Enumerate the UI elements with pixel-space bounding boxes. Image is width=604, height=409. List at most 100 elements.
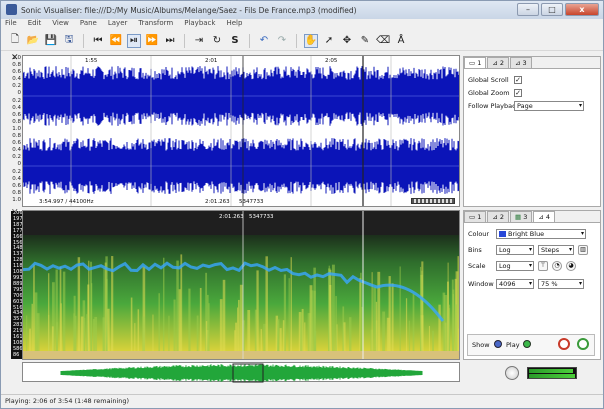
rewind-start-icon[interactable]: ⏮ xyxy=(91,34,105,48)
tab-4[interactable]: ⊿ 4 xyxy=(533,211,556,222)
toolbar-separator xyxy=(296,33,297,48)
menu-help[interactable]: Help xyxy=(226,19,242,30)
fast-forward-icon[interactable]: ⏩ xyxy=(145,34,159,48)
spectral-streak xyxy=(178,289,181,351)
spectral-streak xyxy=(331,264,335,351)
select-arrow-icon[interactable]: ➚ xyxy=(322,34,336,48)
menu-edit[interactable]: Edit xyxy=(28,19,42,30)
spectral-streak xyxy=(329,284,332,351)
global-scroll-checkbox[interactable]: ✓ xyxy=(514,76,522,84)
threshold-icon[interactable]: ⊤ xyxy=(538,261,548,271)
follow-playback-select[interactable]: Page xyxy=(514,101,584,111)
window-overlap-select[interactable]: 75 % xyxy=(538,279,584,289)
bins-row: Bins Log Steps ▥ xyxy=(468,245,588,255)
pan-dial-icon[interactable] xyxy=(577,338,589,350)
amplitude-tick-label: 0.6 xyxy=(12,111,21,118)
waveform-pane[interactable]: 1:55 2:01 2:05 3:54.997 / 44100Hz 2:01.2… xyxy=(22,55,460,207)
undo-icon[interactable]: ↶ xyxy=(257,34,271,48)
tab-3[interactable]: ⊿ 3 xyxy=(510,57,532,68)
save-as-icon[interactable]: 🖫 xyxy=(62,34,76,48)
draw-pencil-icon[interactable]: ✎ xyxy=(358,34,372,48)
spectrogram-pane[interactable]: 2:01.263 5347733 xyxy=(22,210,460,360)
show-label: Show xyxy=(472,341,490,349)
tab-1[interactable]: ▭ 1 xyxy=(464,211,487,222)
loop-icon[interactable]: ↻ xyxy=(210,34,224,48)
spectral-streak xyxy=(239,284,243,351)
global-zoom-checkbox[interactable]: ✓ xyxy=(514,89,522,97)
time-tick-label: 2:01 xyxy=(205,58,218,64)
amplitude-tick-label: 1.0 xyxy=(12,55,21,61)
play-toggle-icon[interactable] xyxy=(523,340,531,348)
menu-layer[interactable]: Layer xyxy=(108,19,128,30)
bins-select[interactable]: Log xyxy=(496,245,534,255)
show-toggle-icon[interactable] xyxy=(494,340,502,348)
spectral-streak xyxy=(310,290,314,351)
center-frame-readout: 5347733 xyxy=(249,214,274,220)
bins-mode-select[interactable]: Steps xyxy=(538,245,574,255)
tab-2[interactable]: ⊿ 2 xyxy=(487,57,510,68)
amplitude-tick-label: 0 xyxy=(17,90,22,97)
window-label: Window xyxy=(468,280,494,288)
maximize-button[interactable]: □ xyxy=(541,3,563,16)
new-file-icon[interactable]: 🗋 xyxy=(8,34,22,48)
measure-icon[interactable]: Å xyxy=(394,34,408,48)
amplitude-tick-label: 0.4 xyxy=(12,104,21,111)
menu-view[interactable]: View xyxy=(52,19,69,30)
main-window: Sonic Visualiser: file:///D:/My Music/Al… xyxy=(0,0,604,409)
master-volume-dial-icon[interactable] xyxy=(505,366,519,380)
spectral-streak xyxy=(176,260,179,351)
spectral-streak xyxy=(196,315,199,351)
gain-dial-icon[interactable]: ◔ xyxy=(552,261,562,271)
tab-1[interactable]: ▭ 1 xyxy=(464,57,487,68)
overview-wave xyxy=(60,364,423,382)
tab-label: 3 xyxy=(522,59,527,67)
amplitude-tick-label: 0.2 xyxy=(12,168,21,175)
close-button[interactable]: x xyxy=(565,3,599,16)
menu-transform[interactable]: Transform xyxy=(138,19,173,30)
colour-select[interactable]: Bright Blue xyxy=(496,229,586,239)
tab-label: 2 xyxy=(499,59,505,67)
zoom-slider[interactable] xyxy=(411,198,455,204)
navigate-hand-icon[interactable]: ✋ xyxy=(304,33,318,48)
open-folder-icon[interactable]: 📂 xyxy=(26,34,40,48)
overview-pane[interactable] xyxy=(22,362,460,383)
window-controls: – □ x xyxy=(517,3,599,16)
amplitude-tick-label: 0.8 xyxy=(12,118,21,125)
move-icon[interactable]: ✥ xyxy=(340,34,354,48)
window-size-select[interactable]: 4096 xyxy=(496,279,534,289)
amplitude-tick-label: 0.2 xyxy=(12,83,21,90)
play-label: Play xyxy=(506,341,520,349)
amplitude-tick-label: 0.8 xyxy=(12,62,21,69)
minimize-button[interactable]: – xyxy=(517,3,539,16)
spectral-streak xyxy=(94,316,98,351)
menu-file[interactable]: File xyxy=(5,19,17,30)
play-selection-icon[interactable]: ⇥ xyxy=(192,34,206,48)
tab-label: 1 xyxy=(477,59,482,67)
rewind-icon[interactable]: ⏪ xyxy=(109,34,123,48)
spectral-streak xyxy=(235,322,238,351)
colour-label: Colour xyxy=(468,230,490,238)
forward-end-icon[interactable]: ⏭ xyxy=(163,34,177,48)
gain-dial-icon[interactable] xyxy=(558,338,570,350)
menu-bar: File Edit View Pane Layer Transform Play… xyxy=(1,19,603,30)
spectral-streak xyxy=(260,329,262,351)
spectral-streak xyxy=(405,298,408,351)
solo-icon[interactable]: S xyxy=(228,34,242,48)
colour-swatch xyxy=(499,231,506,237)
save-icon[interactable]: 💾 xyxy=(44,34,58,48)
redo-icon[interactable]: ↷ xyxy=(275,34,289,48)
bins-options-icon[interactable]: ▥ xyxy=(578,245,588,255)
spectral-streak xyxy=(256,270,259,351)
scale-select[interactable]: Log xyxy=(496,261,534,271)
colour-rotation-dial-icon[interactable]: ◕ xyxy=(566,261,576,271)
center-time-readout: 2:01.263 xyxy=(219,214,244,220)
spectral-streak xyxy=(454,304,458,351)
menu-playback[interactable]: Playback xyxy=(184,19,215,30)
play-pause-icon[interactable]: ⏯ xyxy=(127,33,141,48)
menu-pane[interactable]: Pane xyxy=(80,19,97,30)
erase-icon[interactable]: ⌫ xyxy=(376,34,390,48)
spectral-streak xyxy=(421,261,424,351)
global-zoom-row: Global Zoom ✓ xyxy=(468,89,522,97)
tab-2[interactable]: ⊿ 2 xyxy=(487,211,510,222)
tab-3[interactable]: ▦ 3 xyxy=(510,211,533,222)
